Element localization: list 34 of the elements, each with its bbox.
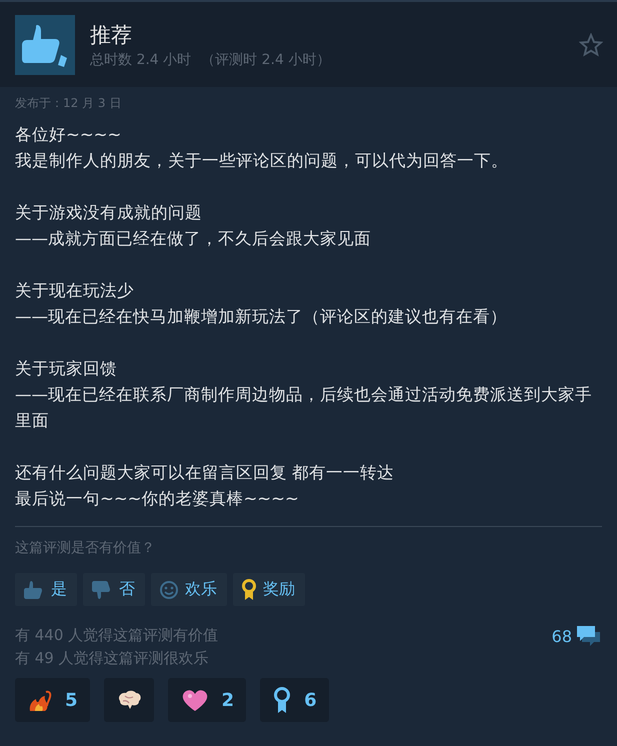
- thumbs-down-icon: [91, 580, 113, 600]
- vote-count-text: 有 440 人觉得这篇评测有价值: [15, 625, 218, 646]
- review-text: ——成就方面已经在做了，不久后会跟大家见面: [15, 228, 372, 250]
- speech-bubble-icon: [576, 624, 602, 648]
- review-text: 关于玩家回馈: [15, 358, 118, 380]
- award-badge[interactable]: [104, 678, 154, 722]
- ribbon-icon: [272, 686, 292, 714]
- review-text: 关于现在玩法少: [15, 280, 135, 302]
- helpful-question: 这篇评测是否有价值？: [15, 539, 156, 557]
- award-badge[interactable]: 5: [15, 678, 90, 722]
- review-text: ——现在已经在快马加鞭增加新玩法了（评论区的建议也有在看）: [15, 306, 508, 328]
- vote-count-text: 有 49 人觉得这篇评测很欢乐: [15, 648, 210, 669]
- thumbs-up-button[interactable]: 是: [15, 573, 77, 606]
- thumbs-down-button[interactable]: 否: [83, 573, 145, 606]
- review-text: 关于游戏没有成就的问题: [15, 202, 203, 224]
- review-text: 各位好~~~~: [15, 124, 122, 146]
- posted-date: 发布于：12 月 3 日: [15, 95, 122, 112]
- smile-button[interactable]: 欢乐: [151, 573, 227, 606]
- smile-icon: [159, 580, 179, 600]
- review-verdict: 推荐: [90, 22, 133, 49]
- thumbs-up-icon: [23, 580, 45, 600]
- review-text: ——现在已经在联系厂商制作周边物品，后续也会通过活动免费派送到大家手里面: [15, 384, 593, 432]
- review-text: 我是制作人的朋友，关于一些评论区的问题，可以代为回答一下。: [15, 150, 509, 172]
- review-text: 还有什么问题大家可以在留言区回复 都有一一转达: [15, 462, 396, 484]
- comments-link[interactable]: 68: [552, 624, 602, 648]
- review-text: 最后说一句~~~你的老婆真棒~~~~: [15, 488, 300, 510]
- award-badge[interactable]: 2: [168, 678, 246, 722]
- star-icon[interactable]: [579, 33, 603, 57]
- review-playtime-text: （评测时 2.4 小时）: [201, 51, 330, 69]
- thumbs-up-icon: [15, 15, 75, 75]
- award-badge[interactable]: 6: [260, 678, 329, 722]
- playtime-text: 总时数 2.4 小时: [90, 51, 192, 69]
- award-button[interactable]: 奖励: [233, 573, 305, 606]
- medal-icon: [241, 578, 257, 600]
